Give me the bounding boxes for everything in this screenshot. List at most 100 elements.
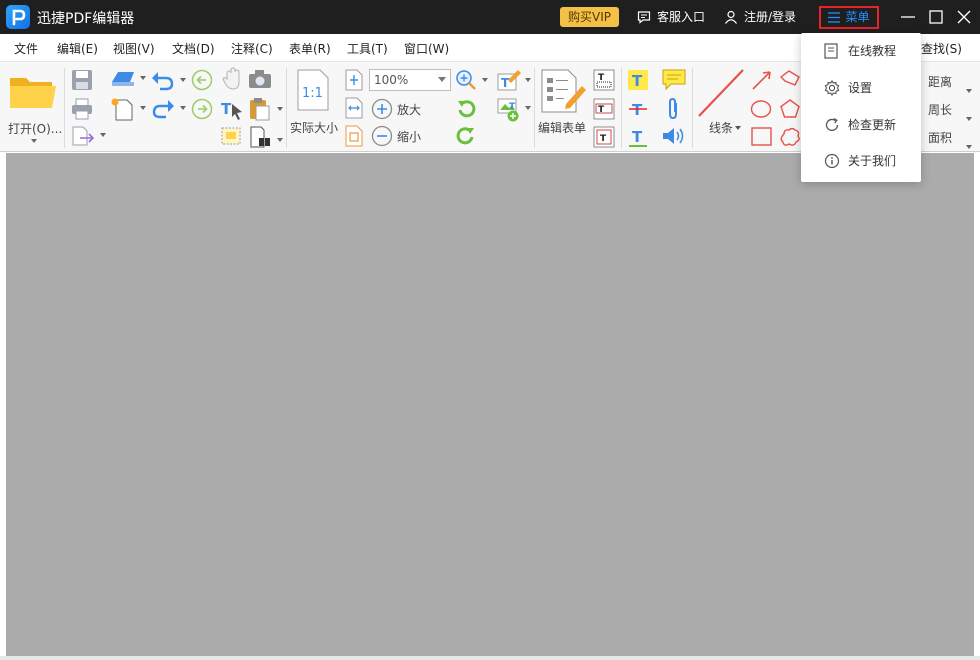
distance-dropdown-icon[interactable] [966, 89, 972, 93]
scan-dropdown-icon[interactable] [140, 76, 146, 80]
distance-label[interactable]: 距离 [928, 73, 952, 90]
document-workspace[interactable] [6, 153, 974, 656]
combo-field-button[interactable]: T [592, 97, 616, 124]
actual-size-button[interactable]: 1:1 [296, 69, 330, 114]
find-text-button[interactable] [249, 126, 273, 151]
menu-tools[interactable]: 工具(T) [347, 40, 388, 57]
chevron-down-icon [438, 77, 446, 82]
select-text-button[interactable]: T [220, 98, 244, 123]
menu-form[interactable]: 表单(R) [289, 40, 331, 57]
plus-circle-icon [371, 98, 393, 120]
note-button[interactable] [661, 68, 687, 95]
menu-view[interactable]: 视图(V) [113, 40, 155, 57]
perimeter-dropdown-icon[interactable] [966, 117, 972, 121]
previous-view-button[interactable] [191, 69, 213, 94]
polyline-tool-button[interactable] [779, 69, 801, 94]
print-button[interactable] [71, 98, 93, 123]
clipboard-icon [250, 98, 270, 121]
menu-item-settings[interactable]: 设置 [801, 70, 921, 106]
strikeout-text-button[interactable]: T [627, 98, 649, 123]
combo-field-icon: T [593, 98, 615, 120]
menu-document[interactable]: 文档(D) [172, 40, 215, 57]
text-field-button[interactable]: T [592, 68, 616, 95]
main-menu-button[interactable]: 菜单 [819, 6, 879, 29]
undo-dropdown-icon[interactable] [180, 78, 186, 82]
rectangle-tool-button[interactable] [750, 126, 774, 151]
minimize-button[interactable] [898, 7, 918, 27]
zoom-tool-button[interactable] [455, 69, 477, 94]
zoom-in-button[interactable] [371, 98, 393, 123]
perimeter-label[interactable]: 周长 [928, 101, 952, 118]
rotate-right-button[interactable] [455, 125, 477, 150]
open-label: 打开(O)... [8, 122, 63, 136]
snapshot-button[interactable] [248, 69, 272, 92]
polygon-tool-button[interactable] [779, 98, 801, 123]
paste-button[interactable] [249, 97, 271, 124]
edit-text-button[interactable]: T [496, 68, 522, 95]
title-bar: 迅捷PDF编辑器 购买VIP 客服入口 注册/登录 菜单 [0, 0, 980, 34]
area-label[interactable]: 面积 [928, 129, 952, 146]
close-button[interactable] [954, 7, 974, 27]
menu-item-online-tutorial[interactable]: 在线教程 [801, 33, 921, 69]
zoom-tool-dropdown-icon[interactable] [482, 78, 488, 82]
menu-item-check-update[interactable]: 检查更新 [801, 107, 921, 143]
area-dropdown-icon[interactable] [966, 145, 972, 149]
edit-text-dropdown-icon[interactable] [525, 78, 531, 82]
highlight-text-button[interactable]: T [627, 69, 649, 94]
arrow-tool-button[interactable] [750, 69, 774, 94]
next-view-button[interactable] [191, 98, 213, 123]
fit-width-button[interactable] [344, 97, 364, 122]
svg-text:T: T [632, 101, 643, 119]
list-field-button[interactable]: T [592, 125, 616, 152]
rotate-left-button[interactable] [455, 98, 477, 123]
zoom-out-label: 缩小 [397, 130, 422, 144]
export-dropdown-icon[interactable] [100, 133, 106, 137]
menu-item-about-us[interactable]: 关于我们 [801, 143, 921, 179]
menu-file[interactable]: 文件 [14, 40, 38, 57]
buy-vip-button[interactable]: 购买VIP [560, 7, 619, 27]
line-dropdown-icon[interactable] [735, 126, 741, 130]
undo-button[interactable] [150, 70, 176, 95]
save-button[interactable] [71, 69, 93, 94]
paste-dropdown-icon[interactable] [277, 107, 283, 111]
hand-tool-button[interactable] [222, 67, 244, 94]
scan-button[interactable] [110, 70, 136, 91]
select-area-button[interactable] [220, 126, 244, 151]
cloud-tool-button[interactable] [779, 126, 801, 151]
new-document-button[interactable] [110, 97, 136, 124]
login-button[interactable]: 注册/登录 [724, 8, 796, 26]
zoom-select[interactable]: 100% [369, 69, 451, 91]
menu-edit[interactable]: 编辑(E) [57, 40, 98, 57]
open-dropdown-icon[interactable] [31, 139, 37, 143]
edit-form-button[interactable] [540, 68, 588, 117]
app-logo-icon [6, 5, 30, 29]
export-button[interactable] [71, 126, 97, 149]
menu-window[interactable]: 窗口(W) [404, 40, 449, 57]
fit-page-button[interactable] [344, 69, 364, 94]
binoculars-icon [250, 126, 270, 148]
sound-button[interactable] [661, 125, 687, 150]
menu-find[interactable]: 查找(S) [921, 40, 962, 57]
line-tool-button[interactable] [697, 68, 745, 121]
note-icon [662, 69, 686, 91]
underline-text-button[interactable]: T [627, 126, 649, 151]
zoom-out-button[interactable] [371, 125, 393, 150]
hamburger-icon [828, 12, 841, 23]
maximize-button[interactable] [926, 7, 946, 27]
find-dropdown-icon[interactable] [277, 138, 283, 142]
svg-text:T: T [501, 76, 510, 90]
rotate-right-icon [456, 127, 474, 145]
attach-file-button[interactable] [663, 97, 683, 124]
open-button[interactable] [8, 72, 58, 115]
ellipse-tool-button[interactable] [750, 98, 774, 123]
info-icon [824, 153, 840, 169]
svg-text:1:1: 1:1 [302, 86, 323, 101]
redo-dropdown-icon[interactable] [180, 106, 186, 110]
add-content-button[interactable]: T [496, 97, 522, 126]
fit-visible-button[interactable] [344, 125, 364, 150]
add-content-dropdown-icon[interactable] [525, 106, 531, 110]
menu-comment[interactable]: 注释(C) [231, 40, 273, 57]
new-document-dropdown-icon[interactable] [140, 106, 146, 110]
customer-service-button[interactable]: 客服入口 [637, 8, 705, 26]
redo-button[interactable] [150, 98, 176, 123]
